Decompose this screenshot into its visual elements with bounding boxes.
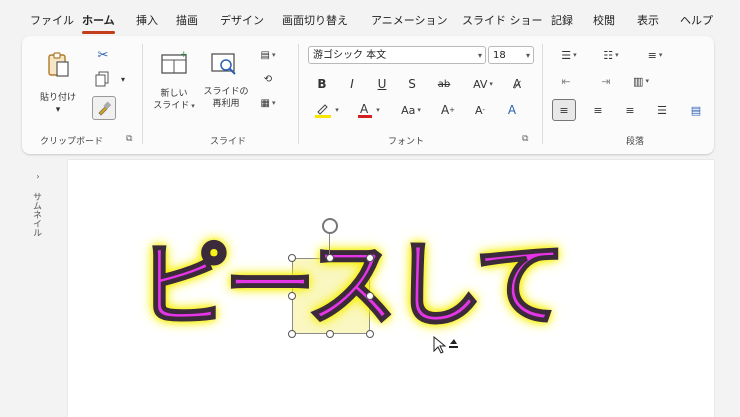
tab-slideshow[interactable]: スライド ショー	[462, 12, 543, 30]
align-right-icon[interactable]: ≡	[620, 100, 640, 120]
ribbon: 貼り付け ▾ ✂ ▾ クリップボード ⧉ + 新しい スライド ▾ スライドの 再…	[22, 36, 714, 154]
grow-font-icon[interactable]: A +	[436, 100, 460, 120]
clear-format-icon[interactable]: A̷	[506, 74, 528, 94]
tab-animations[interactable]: アニメーション	[371, 12, 448, 30]
columns-icon[interactable]: ▥ ▾	[626, 72, 656, 90]
decrease-indent-icon[interactable]: ⇤	[556, 72, 576, 90]
new-slide-caret: ▾	[191, 102, 195, 110]
copy-caret[interactable]: ▾	[118, 72, 128, 86]
group-divider	[542, 44, 543, 144]
tab-view[interactable]: 表示	[637, 12, 659, 30]
change-case-label: Aa	[401, 103, 416, 117]
ribbon-tabs: ファイル ホーム 挿入 描画 デザイン 画面切り替え アニメーション スライド …	[0, 0, 740, 34]
resize-handle[interactable]	[288, 292, 296, 300]
resize-handle[interactable]	[366, 254, 374, 262]
resize-handle[interactable]	[326, 330, 334, 338]
resize-handle[interactable]	[366, 292, 374, 300]
tab-file[interactable]: ファイル	[30, 12, 74, 30]
group-divider	[142, 44, 143, 144]
resize-handle[interactable]	[326, 254, 334, 262]
font-group-label: フォント	[388, 137, 425, 147]
font-size-value: 18	[493, 50, 506, 61]
tab-design[interactable]: デザイン	[220, 12, 264, 30]
tab-insert[interactable]: 挿入	[136, 12, 158, 30]
font-launcher-icon[interactable]: ⧉	[522, 134, 528, 144]
italic-button[interactable]: I	[342, 74, 362, 94]
font-size-combo[interactable]: 18 ▾	[488, 46, 534, 64]
resize-handle[interactable]	[288, 330, 296, 338]
tab-transitions[interactable]: 画面切り替え	[282, 12, 348, 30]
char-spacing-icon[interactable]: AV ▾	[466, 74, 500, 94]
font-name-value: 游ゴシック 本文	[313, 50, 387, 61]
resize-handle[interactable]	[366, 330, 374, 338]
align-left-icon: ≡	[559, 103, 569, 117]
paste-button[interactable]	[44, 50, 72, 80]
reuse-slides-label-line1: スライドの	[203, 87, 249, 97]
svg-text:A: A	[360, 102, 369, 116]
numbering-icon[interactable]: ☷ ▾	[596, 46, 626, 64]
highlight-icon[interactable]: ▾	[310, 100, 342, 120]
shrink-font-icon[interactable]: A-	[468, 100, 492, 120]
align-left-button[interactable]: ≡	[552, 99, 576, 121]
slide-text[interactable]: ピースして	[137, 235, 568, 337]
reuse-slides-label[interactable]: スライドの 再利用	[202, 86, 250, 110]
text-effect-icon[interactable]: A	[500, 100, 524, 120]
cut-icon[interactable]: ✂	[94, 46, 112, 64]
new-slide-label-line2: スライド	[153, 101, 190, 111]
clipboard-group-label: クリップボード	[40, 137, 104, 147]
thumbnail-pane-label: サムネイル	[31, 192, 41, 237]
chevron-down-icon: ▾	[525, 51, 530, 60]
tab-review[interactable]: 校閲	[593, 12, 615, 30]
paste-caret[interactable]: ▾	[53, 104, 63, 116]
reuse-slides-label-line2: 再利用	[212, 99, 240, 109]
chevron-down-icon: ▾	[477, 51, 482, 60]
justify-icon[interactable]: ☰	[652, 100, 672, 120]
line-spacing-icon[interactable]: ≡ ▾	[640, 46, 670, 64]
group-divider	[298, 44, 299, 144]
layout-icon[interactable]: ▤ ▾	[256, 46, 280, 64]
bold-button[interactable]: B	[312, 74, 332, 94]
svg-text:+: +	[180, 51, 188, 60]
change-case-button[interactable]: Aa ▾	[392, 100, 430, 120]
paragraph-group-label: 段落	[626, 137, 645, 147]
shadow-button[interactable]: S	[402, 74, 422, 94]
clipboard-launcher-icon[interactable]: ⧉	[126, 134, 132, 144]
mouse-cursor-icon	[432, 335, 460, 361]
align-center-icon[interactable]: ≡	[588, 100, 608, 120]
tab-draw[interactable]: 描画	[176, 12, 198, 30]
font-name-combo[interactable]: 游ゴシック 本文 ▾	[308, 46, 486, 64]
new-slide-icon[interactable]: +	[158, 48, 190, 80]
rotate-handle-icon[interactable]	[322, 218, 338, 234]
new-slide-label[interactable]: 新しい スライド ▾	[152, 88, 196, 112]
format-painter-icon[interactable]	[92, 96, 116, 120]
resize-handle[interactable]	[288, 254, 296, 262]
tab-record[interactable]: 記録	[551, 12, 573, 30]
new-slide-label-line1: 新しい	[160, 89, 188, 99]
paste-label: 貼り付け	[39, 93, 76, 103]
clipboard-icon	[48, 52, 69, 77]
bullets-icon[interactable]: ☰ ▾	[554, 46, 584, 64]
tab-home[interactable]: ホーム	[82, 12, 115, 34]
reuse-slides-icon[interactable]	[208, 48, 240, 80]
section-icon[interactable]: ▦ ▾	[256, 94, 280, 112]
tab-help[interactable]: ヘルプ	[680, 12, 713, 30]
strikethrough-icon[interactable]: ab	[432, 74, 456, 94]
slides-group-label: スライド	[210, 137, 247, 147]
underline-button[interactable]: U	[372, 74, 392, 94]
chevron-right-icon[interactable]: ›	[32, 170, 44, 182]
distribute-icon[interactable]: ▤	[686, 100, 706, 120]
increase-indent-icon[interactable]: ⇥	[596, 72, 616, 90]
copy-icon[interactable]	[92, 70, 112, 88]
reset-icon[interactable]: ⟲	[256, 70, 280, 88]
font-color-icon[interactable]: A ▾	[352, 100, 384, 120]
